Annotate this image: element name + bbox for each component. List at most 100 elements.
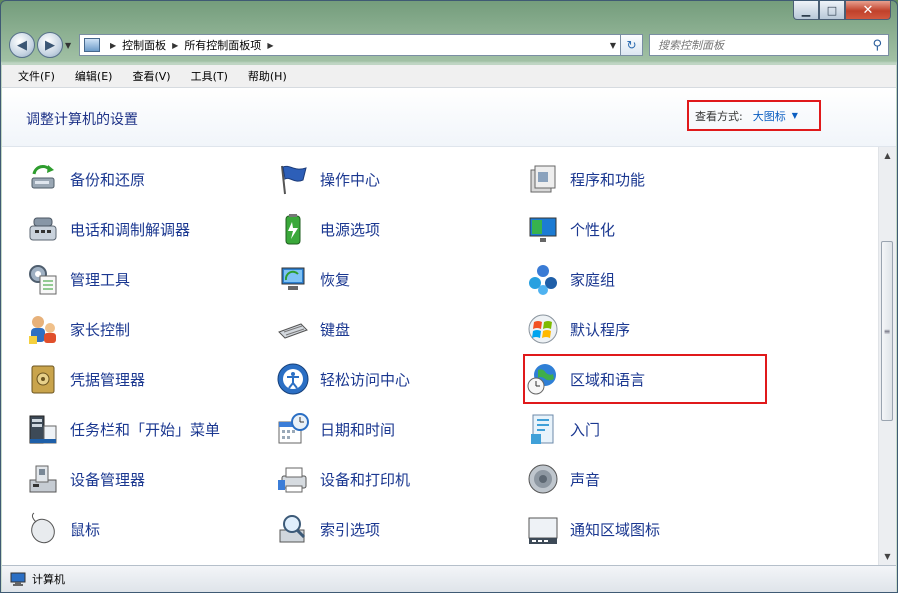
- item-default-programs[interactable]: 默认程序: [526, 309, 630, 349]
- item-admin-tools[interactable]: 管理工具: [26, 259, 130, 299]
- chevron-down-icon[interactable]: ▼: [792, 111, 798, 120]
- item-mouse[interactable]: 鼠标: [26, 509, 100, 549]
- item-label[interactable]: 设备和打印机: [320, 469, 410, 490]
- item-personalization[interactable]: 个性化: [526, 209, 615, 249]
- chevron-right-icon[interactable]: ▶: [172, 41, 178, 50]
- search-input[interactable]: [656, 37, 860, 53]
- item-label[interactable]: 日期和时间: [320, 419, 395, 440]
- grip-icon: ≡: [883, 326, 891, 336]
- menu-help[interactable]: 帮助(H): [238, 68, 297, 84]
- item-label[interactable]: 家长控制: [70, 319, 130, 340]
- item-taskbar-start-menu[interactable]: 任务栏和「开始」菜单: [26, 409, 220, 449]
- credential-manager-icon: [26, 362, 60, 396]
- menu-bar: 文件(F) 编辑(E) 查看(V) 工具(T) 帮助(H): [2, 65, 896, 88]
- view-by-label: 查看方式:: [695, 109, 743, 123]
- refresh-button[interactable]: ↻: [621, 34, 643, 56]
- menu-edit[interactable]: 编辑(E): [65, 68, 123, 84]
- notification-area-icon: [526, 512, 560, 546]
- item-label[interactable]: 任务栏和「开始」菜单: [70, 419, 220, 440]
- menu-view[interactable]: 查看(V): [122, 68, 180, 84]
- item-action-center[interactable]: 操作中心: [276, 159, 380, 199]
- item-date-time[interactable]: 日期和时间: [276, 409, 395, 449]
- item-label[interactable]: 声音: [570, 469, 600, 490]
- navigation-bar: ◀ ▶ ▼ ▶ 控制面板 ▶ 所有控制面板项 ▶ ▼ ↻ ⚲: [9, 31, 889, 59]
- item-label[interactable]: 凭据管理器: [70, 369, 145, 390]
- view-by-selector[interactable]: 查看方式: 大图标 ▼: [687, 100, 821, 131]
- address-bar[interactable]: ▶ 控制面板 ▶ 所有控制面板项 ▶ ▼: [79, 34, 621, 56]
- address-dropdown-icon[interactable]: ▼: [610, 41, 616, 50]
- chevron-right-icon[interactable]: ▶: [267, 41, 273, 50]
- computer-icon: [10, 572, 26, 586]
- keyboard-icon: [276, 312, 310, 346]
- scroll-up-icon[interactable]: ▲: [879, 147, 896, 164]
- back-button[interactable]: ◀: [9, 32, 35, 58]
- item-label[interactable]: 默认程序: [570, 319, 630, 340]
- item-label[interactable]: 家庭组: [570, 269, 615, 290]
- control-panel-icon: [84, 38, 100, 52]
- item-keyboard[interactable]: 键盘: [276, 309, 350, 349]
- item-label[interactable]: 操作中心: [320, 169, 380, 190]
- vertical-scrollbar[interactable]: ▲ ≡ ▼: [878, 147, 896, 565]
- breadcrumb-control-panel[interactable]: 控制面板: [122, 37, 166, 53]
- item-label[interactable]: 设备管理器: [70, 469, 145, 490]
- minimize-button[interactable]: ▁: [793, 1, 819, 20]
- item-getting-started[interactable]: 入门: [526, 409, 600, 449]
- sound-icon: [526, 462, 560, 496]
- breadcrumb-all-items[interactable]: 所有控制面板项: [184, 37, 261, 53]
- recent-pages-dropdown[interactable]: ▼: [65, 41, 75, 50]
- item-label[interactable]: 恢复: [320, 269, 350, 290]
- item-indexing-options[interactable]: 索引选项: [276, 509, 380, 549]
- item-sound[interactable]: 声音: [526, 459, 600, 499]
- item-label[interactable]: 电话和调制解调器: [70, 219, 190, 240]
- parental-controls-icon: [26, 312, 60, 346]
- item-label[interactable]: 程序和功能: [570, 169, 645, 190]
- maximize-button[interactable]: □: [819, 1, 845, 20]
- item-ease-of-access[interactable]: 轻松访问中心: [276, 359, 410, 399]
- forward-button[interactable]: ▶: [37, 32, 63, 58]
- homegroup-icon: [526, 262, 560, 296]
- scroll-thumb[interactable]: ≡: [881, 241, 893, 421]
- taskbar-start-menu-icon: [26, 412, 60, 446]
- menu-file[interactable]: 文件(F): [8, 68, 65, 84]
- item-recovery[interactable]: 恢复: [276, 259, 350, 299]
- item-backup-restore[interactable]: 备份和还原: [26, 159, 145, 199]
- item-label[interactable]: 入门: [570, 419, 600, 440]
- phone-modem-icon: [26, 212, 60, 246]
- default-programs-icon: [526, 312, 560, 346]
- item-label[interactable]: 电源选项: [320, 219, 380, 240]
- search-icon[interactable]: ⚲: [872, 38, 882, 53]
- scroll-down-icon[interactable]: ▼: [879, 548, 896, 565]
- item-credential-manager[interactable]: 凭据管理器: [26, 359, 145, 399]
- chevron-right-icon[interactable]: ▶: [110, 41, 116, 50]
- item-label[interactable]: 管理工具: [70, 269, 130, 290]
- programs-features-icon: [526, 162, 560, 196]
- date-time-icon: [276, 412, 310, 446]
- item-label[interactable]: 键盘: [320, 319, 350, 340]
- item-devices-printers[interactable]: 设备和打印机: [276, 459, 410, 499]
- item-label[interactable]: 备份和还原: [70, 169, 145, 190]
- item-label[interactable]: 轻松访问中心: [320, 369, 410, 390]
- personalization-icon: [526, 212, 560, 246]
- refresh-icon: ↻: [626, 38, 637, 52]
- admin-tools-icon: [26, 262, 60, 296]
- close-button[interactable]: ✕: [845, 1, 891, 20]
- item-power-options[interactable]: 电源选项: [276, 209, 380, 249]
- view-by-value[interactable]: 大图标: [753, 108, 786, 124]
- item-phone-modem[interactable]: 电话和调制解调器: [26, 209, 190, 249]
- item-label[interactable]: 鼠标: [70, 519, 100, 540]
- item-label[interactable]: 通知区域图标: [570, 519, 660, 540]
- item-label[interactable]: 个性化: [570, 219, 615, 240]
- item-homegroup[interactable]: 家庭组: [526, 259, 615, 299]
- items-grid: 备份和还原 操作中心 程序和功能 电话和调制解调器 电源选项 个性化 管理工具 …: [2, 147, 879, 565]
- item-label[interactable]: 索引选项: [320, 519, 380, 540]
- device-manager-icon: [26, 462, 60, 496]
- item-parental-controls[interactable]: 家长控制: [26, 309, 130, 349]
- menu-tools[interactable]: 工具(T): [181, 68, 238, 84]
- item-programs-features[interactable]: 程序和功能: [526, 159, 645, 199]
- selection-highlight: [523, 354, 767, 404]
- item-notification-area[interactable]: 通知区域图标: [526, 509, 660, 549]
- item-device-manager[interactable]: 设备管理器: [26, 459, 145, 499]
- page-title: 调整计算机的设置: [26, 112, 138, 128]
- search-box[interactable]: ⚲: [649, 34, 889, 56]
- content-header: 调整计算机的设置 查看方式: 大图标 ▼: [2, 88, 896, 147]
